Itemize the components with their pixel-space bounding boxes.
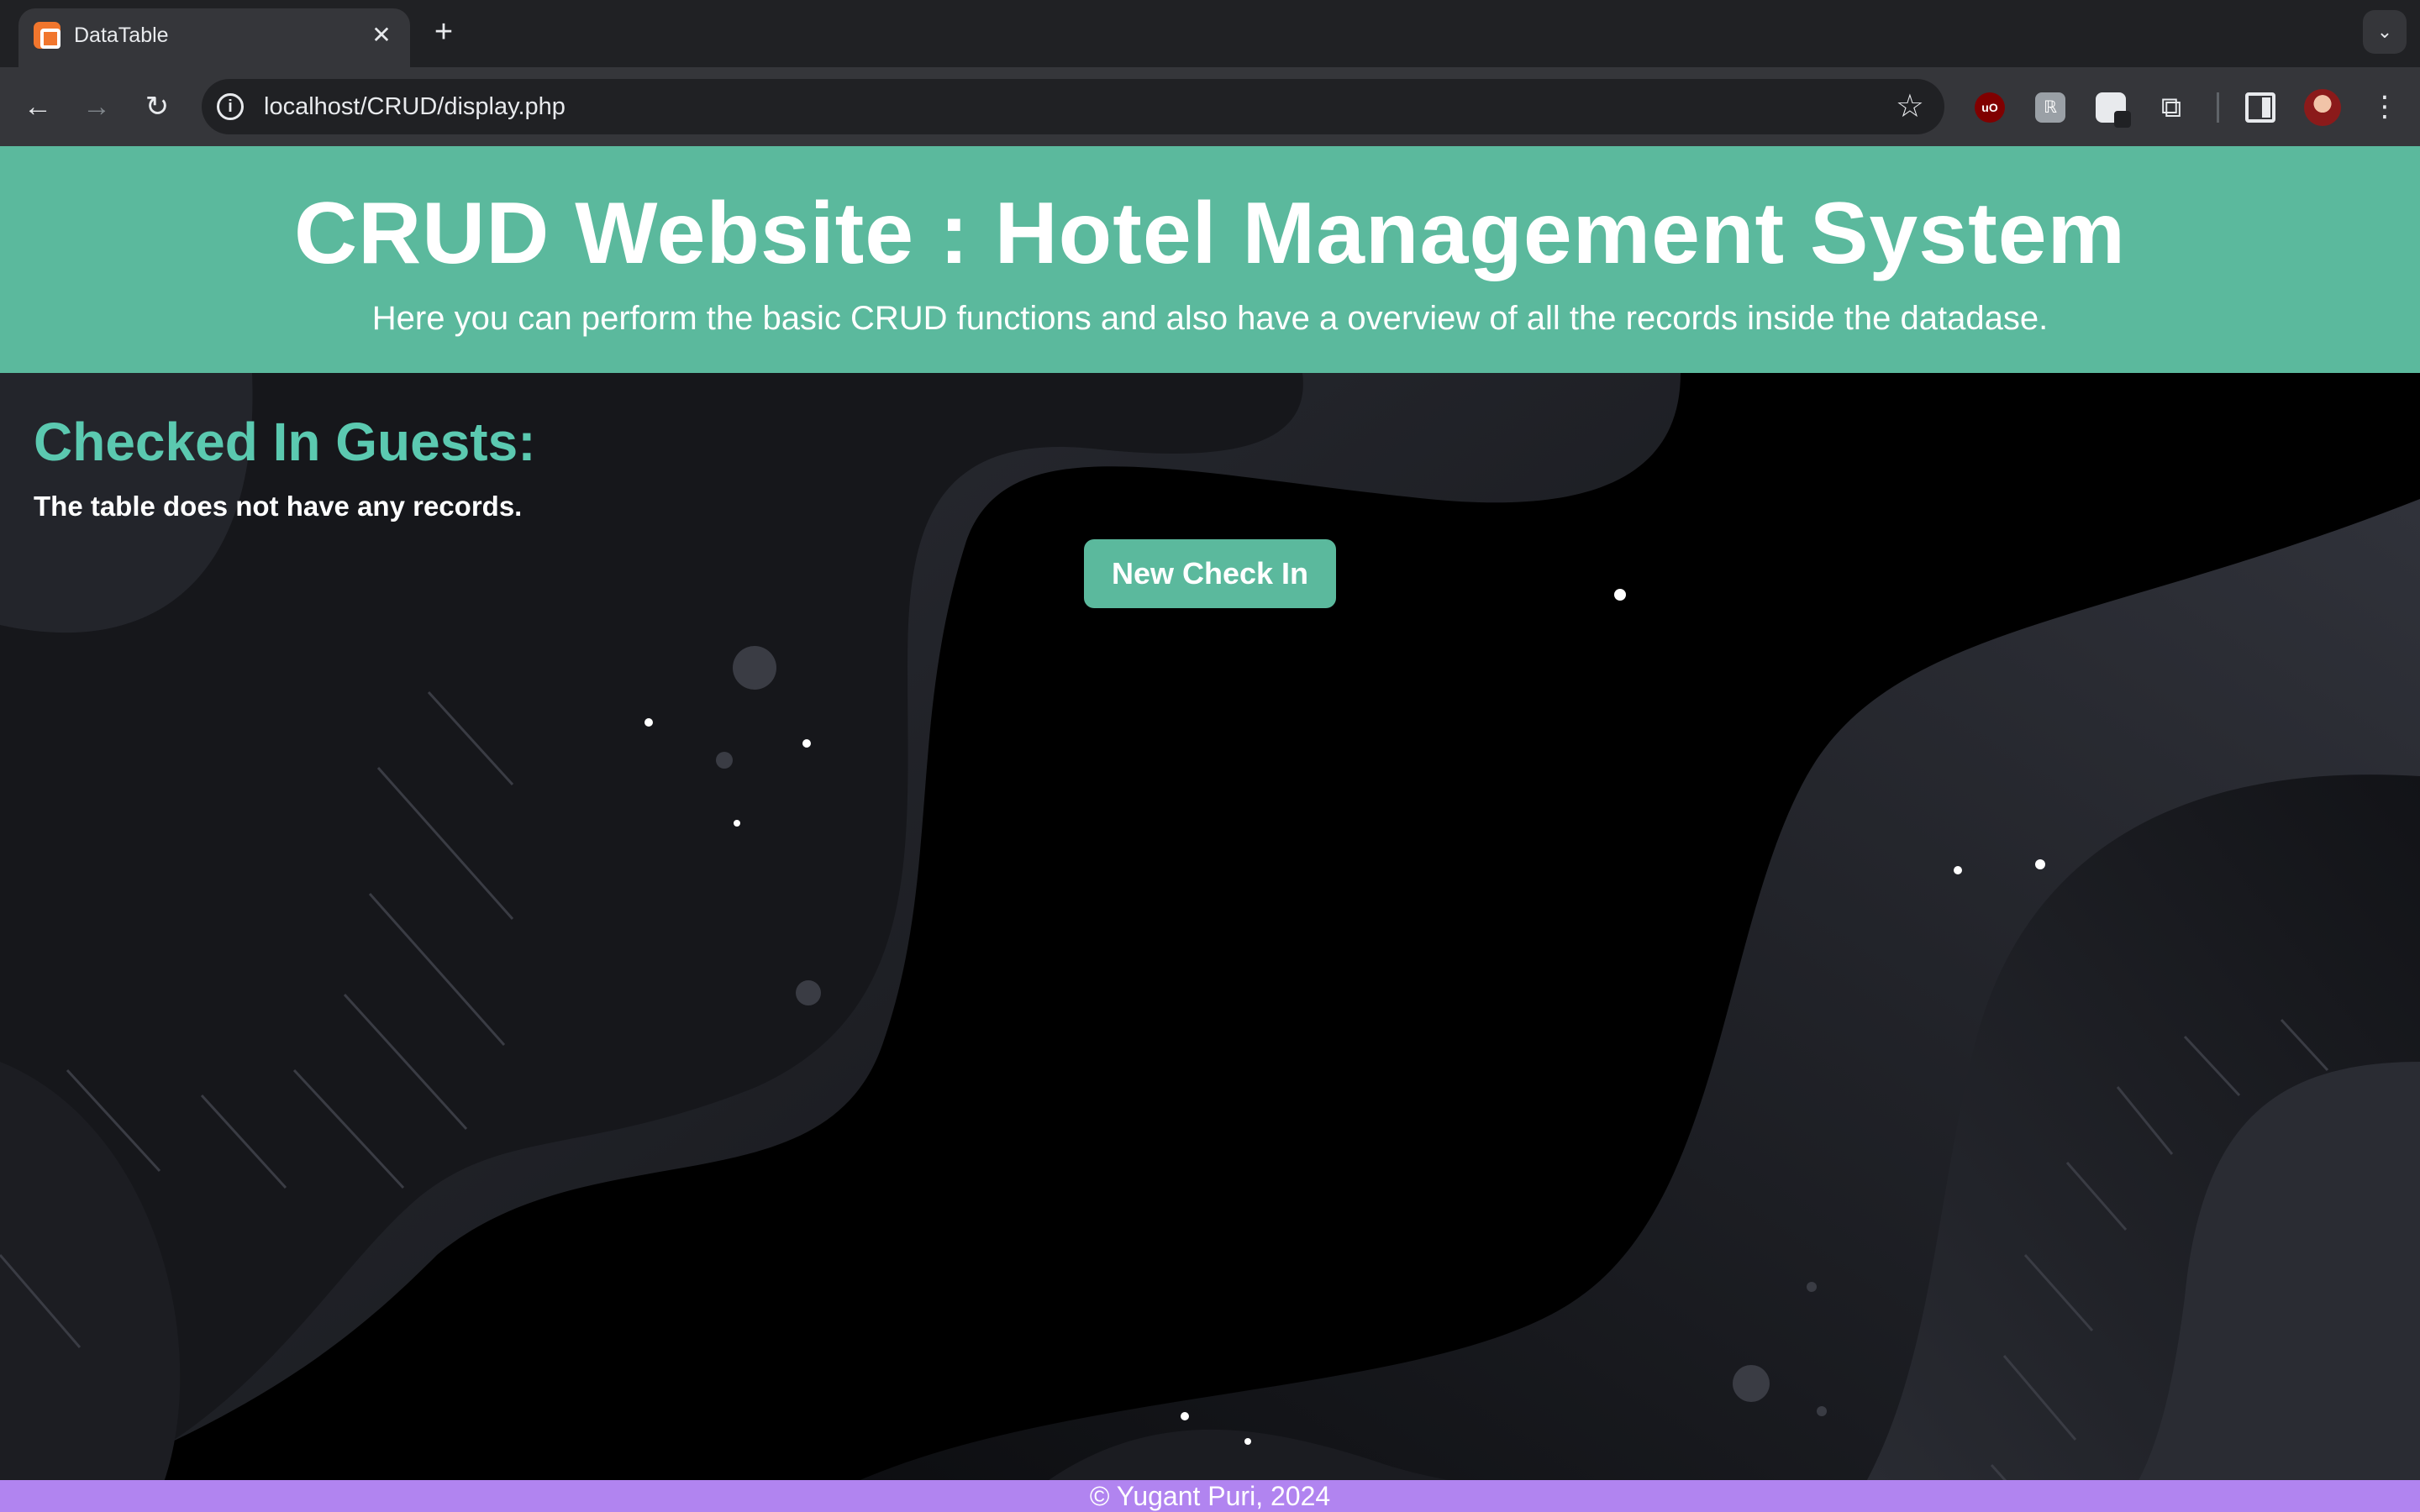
- browser-tab-strip: DataTable ✕ + ⌄: [0, 0, 2420, 67]
- page-subtitle: Here you can perform the basic CRUD func…: [371, 300, 2049, 337]
- empty-table-message: The table does not have any records.: [34, 491, 523, 522]
- extension-icon[interactable]: ℝ: [2035, 92, 2065, 123]
- tab-title: DataTable: [74, 24, 169, 47]
- extension-icon[interactable]: [2096, 92, 2131, 128]
- new-tab-button[interactable]: +: [427, 15, 460, 49]
- bookmark-star-icon[interactable]: ☆: [1896, 89, 1924, 124]
- profile-avatar[interactable]: [2304, 89, 2341, 126]
- xampp-favicon-icon: [34, 22, 60, 49]
- extensions-puzzle-icon[interactable]: ⧉: [2156, 92, 2186, 123]
- back-button[interactable]: ←: [17, 86, 59, 128]
- browser-toolbar: ← → ↻ i localhost/CRUD/display.php ☆ uO …: [0, 67, 2420, 146]
- browser-tab[interactable]: DataTable ✕: [18, 8, 410, 67]
- page-footer: © Yugant Puri, 2024: [0, 1480, 2420, 1512]
- new-check-in-button[interactable]: New Check In: [1084, 539, 1336, 608]
- url-text[interactable]: localhost/CRUD/display.php: [264, 92, 566, 121]
- tab-search-button[interactable]: ⌄: [2363, 10, 2407, 54]
- browser-menu-icon[interactable]: ⋮: [2368, 86, 2402, 128]
- site-info-icon[interactable]: i: [217, 93, 244, 120]
- page-header: CRUD Website : Hotel Management System H…: [0, 146, 2420, 373]
- web-page: CRUD Website : Hotel Management System H…: [0, 146, 2420, 1512]
- reload-button[interactable]: ↻: [136, 86, 178, 128]
- section-title: Checked In Guests:: [34, 412, 536, 472]
- toolbar-divider: [2217, 92, 2219, 123]
- side-panel-icon[interactable]: [2245, 92, 2275, 123]
- page-title: CRUD Website : Hotel Management System: [293, 185, 2127, 282]
- address-bar[interactable]: i localhost/CRUD/display.php ☆: [202, 79, 1944, 134]
- tab-close-icon[interactable]: ✕: [365, 18, 398, 52]
- forward-button[interactable]: →: [76, 86, 118, 128]
- ublock-extension-icon[interactable]: uO: [1975, 92, 2005, 123]
